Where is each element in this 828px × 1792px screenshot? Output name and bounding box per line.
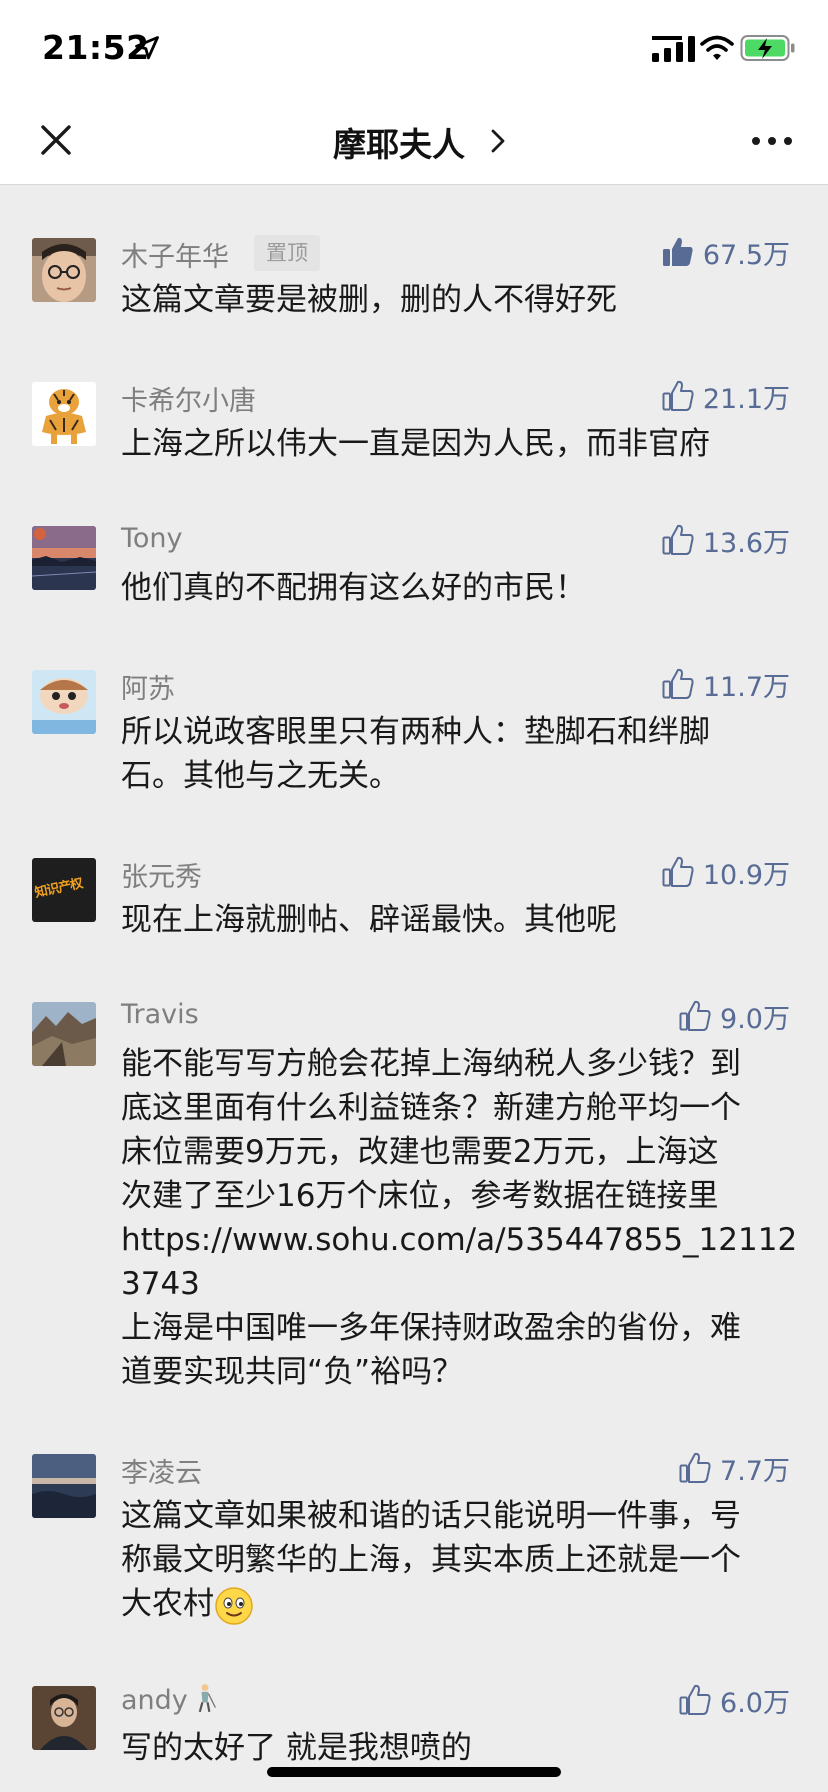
- comment-text: 所以说政客眼里只有两种人：垫脚石和绊脚 石。其他与之无关。: [121, 714, 710, 794]
- cellular-signal-icon: [652, 36, 695, 62]
- like-count: 21.1万: [702, 383, 790, 415]
- comment-author[interactable]: Travis: [121, 999, 199, 1030]
- comment-text: 上海之所以伟大一直是因为人民，而非官府: [121, 426, 710, 462]
- sunset-avatar[interactable]: [32, 526, 96, 590]
- comment-author[interactable]: 木子年华: [121, 235, 229, 274]
- page-title[interactable]: 摩耶夫人: [0, 118, 828, 166]
- thumbs-up-filled-icon: [662, 237, 693, 266]
- comment-author[interactable]: Tony: [121, 523, 183, 554]
- like-count: 6.0万: [720, 1687, 790, 1719]
- home-indicator[interactable]: [267, 1767, 561, 1777]
- location-arrow-icon: [135, 36, 159, 60]
- thumbs-up-icon: [662, 380, 694, 411]
- thumbs-up-icon: [679, 1452, 711, 1483]
- like-button[interactable]: 6.0万: [678, 1682, 790, 1719]
- mountain-avatar[interactable]: [32, 1002, 96, 1066]
- like-button[interactable]: 10.9万: [661, 854, 790, 891]
- cartoon-character-avatar[interactable]: [32, 670, 96, 734]
- like-count: 11.7万: [702, 671, 790, 703]
- pinned-badge: 置顶: [254, 235, 320, 271]
- like-count: 9.0万: [720, 1003, 790, 1035]
- like-count: 7.7万: [720, 1455, 790, 1487]
- like-count: 13.6万: [702, 527, 790, 559]
- comment-author[interactable]: 张元秀: [121, 855, 202, 894]
- thumbs-up-icon: [662, 856, 694, 887]
- chevron-right-icon[interactable]: [488, 126, 508, 156]
- like-button[interactable]: 67.5万: [661, 234, 790, 271]
- smile-emoji-icon: [215, 1586, 253, 1625]
- nav-bar: 摩耶夫人: [0, 96, 828, 185]
- like-button[interactable]: 13.6万: [661, 522, 790, 559]
- intellectual-property-avatar[interactable]: 知识产权: [32, 858, 96, 922]
- comment-author[interactable]: 卡希尔小唐: [121, 379, 256, 418]
- man-portrait-avatar[interactable]: [32, 1686, 96, 1750]
- like-count: 10.9万: [702, 859, 790, 891]
- more-options-icon[interactable]: [748, 126, 796, 156]
- like-button[interactable]: 9.0万: [678, 998, 790, 1035]
- like-button[interactable]: 7.7万: [678, 1450, 790, 1487]
- status-bar: 21:52: [0, 0, 828, 96]
- comment-text: 能不能写写方舱会花掉上海纳税人多少钱？到 底这里面有什么利益链条？新建方舱平均一…: [121, 1046, 798, 1390]
- comment-text: 现在上海就删帖、辟谣最快。其他呢: [121, 902, 617, 938]
- sea-horizon-avatar[interactable]: [32, 1454, 96, 1518]
- battery-charging-icon: [740, 35, 795, 61]
- comment-text: 这篇文章如果被和谐的话只能说明一件事，号 称最文明繁华的上海，其实本质上还就是一…: [121, 1494, 801, 1626]
- comment-text: 这篇文章要是被删，删的人不得好死: [121, 282, 617, 318]
- like-button[interactable]: 11.7万: [661, 666, 790, 703]
- like-button[interactable]: 21.1万: [661, 378, 790, 415]
- like-count: 67.5万: [702, 239, 790, 271]
- thumbs-up-icon: [679, 1684, 711, 1715]
- tiger-cartoon-avatar[interactable]: [32, 382, 96, 446]
- thumbs-up-icon: [662, 524, 694, 555]
- comment-text: 他们真的不配拥有这么好的市民！: [121, 570, 586, 606]
- thumbs-up-icon: [662, 668, 694, 699]
- comment-text: 写的太好了 就是我想喷的: [121, 1730, 472, 1766]
- wifi-icon: [700, 35, 734, 60]
- comment-author[interactable]: 阿苏: [121, 667, 175, 706]
- comment-author[interactable]: 李凌云: [121, 1451, 202, 1490]
- golfer-emoji-icon: [198, 1684, 216, 1713]
- thumbs-up-icon: [679, 1000, 711, 1031]
- avatar-logo-text: 知识产权: [33, 876, 84, 902]
- woman-glasses-avatar[interactable]: [32, 238, 96, 302]
- comment-author[interactable]: andy: [121, 1683, 218, 1716]
